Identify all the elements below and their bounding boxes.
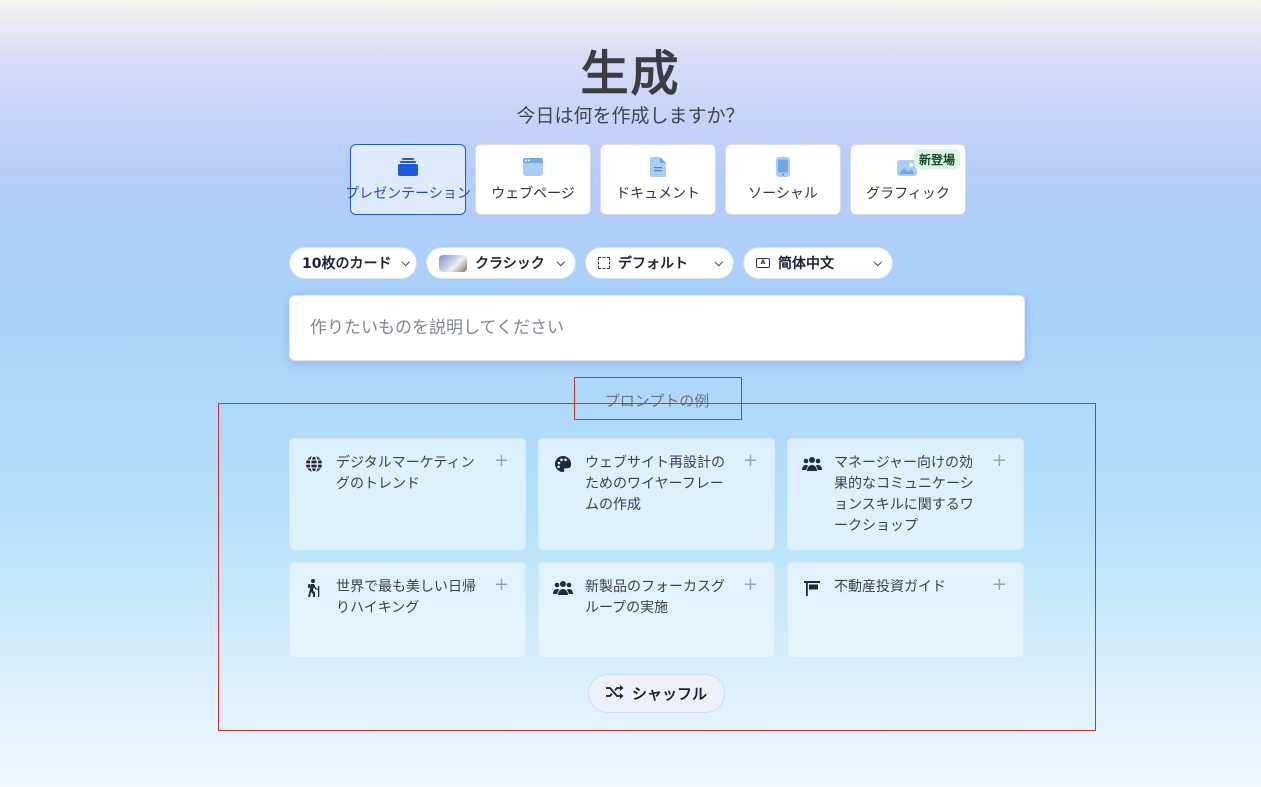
page-title: 生成 [580, 46, 681, 102]
language-icon: A [756, 258, 770, 268]
page-subtitle: 今日は何を作成しますか？ [516, 105, 745, 127]
document-icon [647, 157, 669, 177]
type-document[interactable]: ドキュメント [600, 144, 716, 215]
type-label: プレゼンテーション [345, 186, 471, 202]
presentation-icon [397, 157, 419, 177]
type-social[interactable]: ソーシャル [725, 144, 841, 215]
type-label: グラフィック [866, 186, 950, 202]
highlight-box-examples [218, 403, 1096, 731]
language-value: 简体中文 [778, 256, 834, 272]
chevron-down-icon: ⌵ [714, 256, 723, 269]
type-webpage[interactable]: ウェブページ [475, 144, 591, 215]
type-presentation[interactable]: プレゼンテーション [345, 144, 471, 215]
card-count-value: 10枚のカード [302, 256, 392, 272]
new-badge: 新登場 [913, 149, 960, 170]
theme-dropdown[interactable]: クラシック ⌵ [426, 247, 576, 279]
frame-icon [598, 257, 610, 269]
options-bar: 10枚のカード ⌵ クラシック ⌵ デフォルト ⌵ A 简体中文 ⌵ [289, 247, 893, 279]
chevron-down-icon: ⌵ [873, 256, 882, 269]
type-label: ウェブページ [491, 186, 575, 202]
type-label: ソーシャル [748, 186, 818, 202]
card-count-dropdown[interactable]: 10枚のカード ⌵ [289, 247, 417, 279]
language-dropdown[interactable]: A 简体中文 ⌵ [743, 247, 893, 279]
theme-value: クラシック [475, 256, 545, 272]
prompt-input[interactable] [289, 295, 1025, 361]
chevron-down-icon: ⌵ [401, 256, 410, 269]
type-graphic[interactable]: グラフィック 新登場 [850, 144, 966, 215]
theme-thumbnail [439, 254, 467, 272]
type-label: ドキュメント [616, 186, 700, 202]
webpage-icon [522, 157, 544, 177]
social-icon [772, 157, 794, 177]
format-dropdown[interactable]: デフォルト ⌵ [585, 247, 734, 279]
content-type-selector: プレゼンテーション ウェブページ ドキュメント ソーシャル グラフィック 新登場 [345, 144, 966, 215]
format-value: デフォルト [618, 256, 688, 272]
chevron-down-icon: ⌵ [556, 256, 565, 269]
